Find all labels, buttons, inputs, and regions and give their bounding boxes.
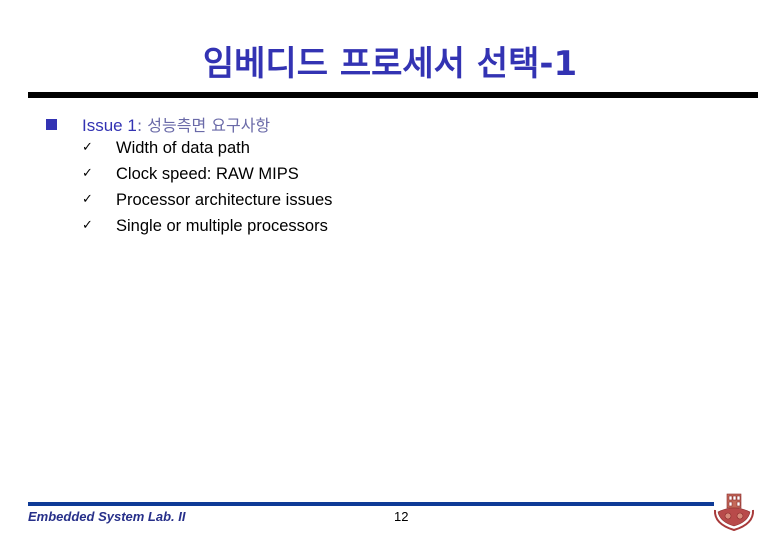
sub-bullet-text: Processor architecture issues xyxy=(116,191,333,209)
page-number: 12 xyxy=(394,509,409,524)
sub-bullet-item: ✓ Processor architecture issues xyxy=(82,191,482,213)
footer-lab-name: Embedded System Lab. II xyxy=(28,509,186,524)
slide-title: 임베디드 프로세서 선택-1 xyxy=(202,44,578,84)
sub-bullet-item: ✓ Single or multiple processors xyxy=(82,217,482,239)
sub-bullet-text: Single or multiple processors xyxy=(116,217,328,235)
sub-bullet-item: ✓ Width of data path xyxy=(82,139,482,161)
sub-bullet-text: Width of data path xyxy=(116,139,250,157)
main-bullet-text: Issue 1: 성능측면 요구사항 xyxy=(82,112,270,136)
university-emblem-icon xyxy=(713,493,755,532)
checkmark-icon: ✓ xyxy=(82,218,93,233)
checkmark-icon: ✓ xyxy=(82,140,93,155)
footer-divider xyxy=(28,502,714,506)
square-bullet-shape xyxy=(46,118,57,130)
checkmark-icon: ✓ xyxy=(82,192,93,207)
sub-bullet-item: ✓ Clock speed: RAW MIPS xyxy=(82,165,482,187)
main-bullet-head: Issue 1 xyxy=(82,116,137,135)
square-bullet-icon xyxy=(46,114,57,134)
checkmark-icon: ✓ xyxy=(82,166,93,181)
main-bullet-tail: : 성능측면 요구사항 xyxy=(136,116,271,135)
sub-bullet-text: Clock speed: RAW MIPS xyxy=(116,165,299,183)
title-divider xyxy=(28,92,758,98)
